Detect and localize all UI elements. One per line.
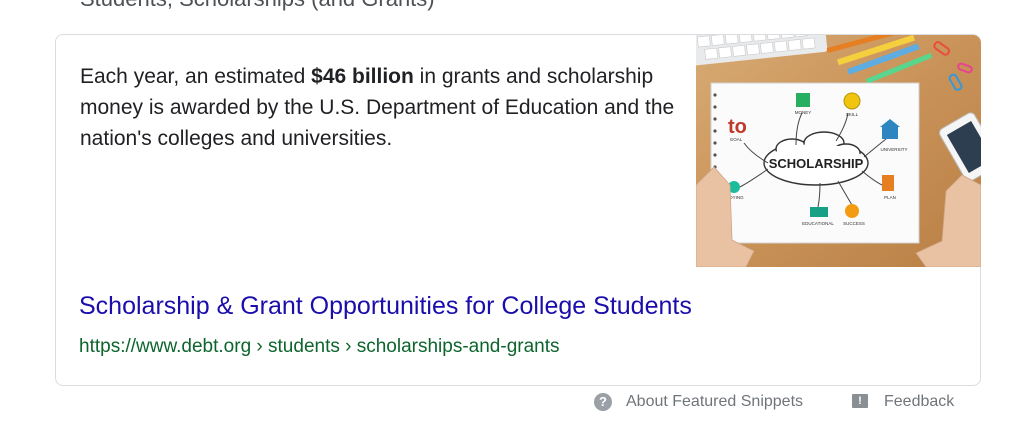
svg-text:SKILL: SKILL [846, 112, 859, 117]
svg-text:UNIVERSITY: UNIVERSITY [880, 147, 907, 152]
svg-text:SUCCESS: SUCCESS [843, 221, 865, 226]
feedback-label: Feedback [884, 393, 955, 410]
about-featured-snippets-label: About Featured Snippets [626, 393, 804, 410]
snippet-text: Each year, an estimated $46 billion in g… [80, 61, 680, 154]
result-title-link[interactable]: Scholarship & Grant Opportunities for Co… [79, 292, 692, 321]
svg-text:EDUCATIONAL: EDUCATIONAL [802, 221, 834, 226]
svg-text:PLAN: PLAN [884, 195, 896, 200]
feedback-icon: ! [852, 394, 868, 408]
svg-text:to: to [728, 116, 747, 138]
svg-text:MONEY: MONEY [795, 110, 812, 115]
notebook-graphic: SCHOLARSHIP to MONEY SKILL UNIVERSITY PL… [710, 82, 920, 244]
result-url[interactable]: https://www.debt.org › students › schola… [79, 336, 560, 358]
snippet-bold-amount: $46 billion [311, 65, 414, 88]
snippet-text-before: Each year, an estimated [80, 65, 312, 88]
svg-text:GOAL: GOAL [730, 137, 743, 142]
featured-snippet-card: Each year, an estimated $46 billion in g… [55, 34, 981, 386]
help-icon: ? [594, 393, 612, 411]
svg-text:SCHOLARSHIP: SCHOLARSHIP [769, 156, 864, 171]
cutoff-previous-line: Students, Scholarships (and Grants) [80, 0, 435, 12]
about-featured-snippets-link[interactable]: ? About Featured Snippets [594, 393, 803, 411]
snippet-footer: ? About Featured Snippets ! Feedback [0, 393, 1024, 417]
feedback-link[interactable]: ! Feedback [852, 393, 954, 411]
scholarship-thumbnail-image[interactable]: SCHOLARSHIP to MONEY SKILL UNIVERSITY PL… [696, 35, 981, 267]
